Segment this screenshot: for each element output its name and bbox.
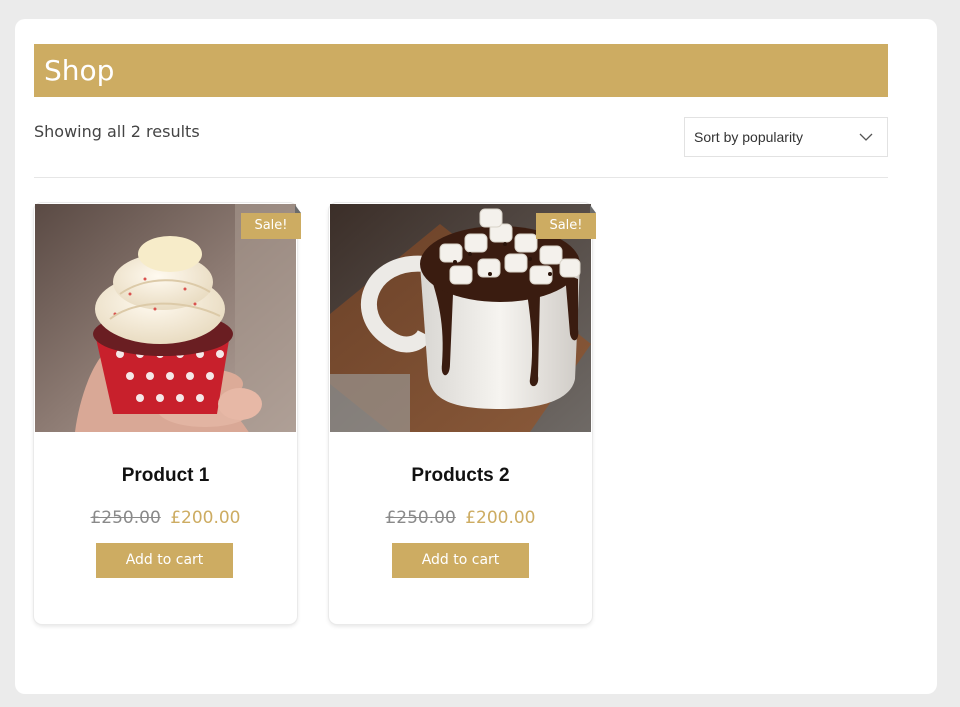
sale-badge-fold (295, 205, 301, 213)
page-title: Shop (44, 54, 115, 87)
product-price: £250.00 £200.00 (34, 506, 297, 530)
chevron-down-icon (859, 133, 873, 141)
sale-badge: Sale! (241, 213, 301, 239)
add-to-cart-button[interactable]: Add to cart (96, 543, 233, 578)
product-price: £250.00 £200.00 (329, 506, 592, 530)
sort-select-value: Sort by popularity (694, 129, 803, 145)
page-title-bar: Shop (34, 44, 888, 97)
product-card: Sale! Product 1 £250.00 £200.00 Add to c… (34, 203, 301, 624)
regular-price: £250.00 (90, 508, 161, 528)
divider (34, 177, 888, 178)
sort-select[interactable]: Sort by popularity (684, 117, 888, 157)
regular-price: £250.00 (385, 508, 456, 528)
sale-badge: Sale! (536, 213, 596, 239)
sale-price: £200.00 (170, 508, 241, 528)
add-to-cart-button[interactable]: Add to cart (392, 543, 529, 578)
product-card: Sale! Products 2 £250.00 £200.00 Add to … (329, 203, 596, 624)
product-title[interactable]: Product 1 (34, 464, 297, 488)
sale-badge-fold (590, 205, 596, 213)
sale-price: £200.00 (465, 508, 536, 528)
result-count: Showing all 2 results (34, 122, 200, 141)
product-title[interactable]: Products 2 (329, 464, 592, 488)
